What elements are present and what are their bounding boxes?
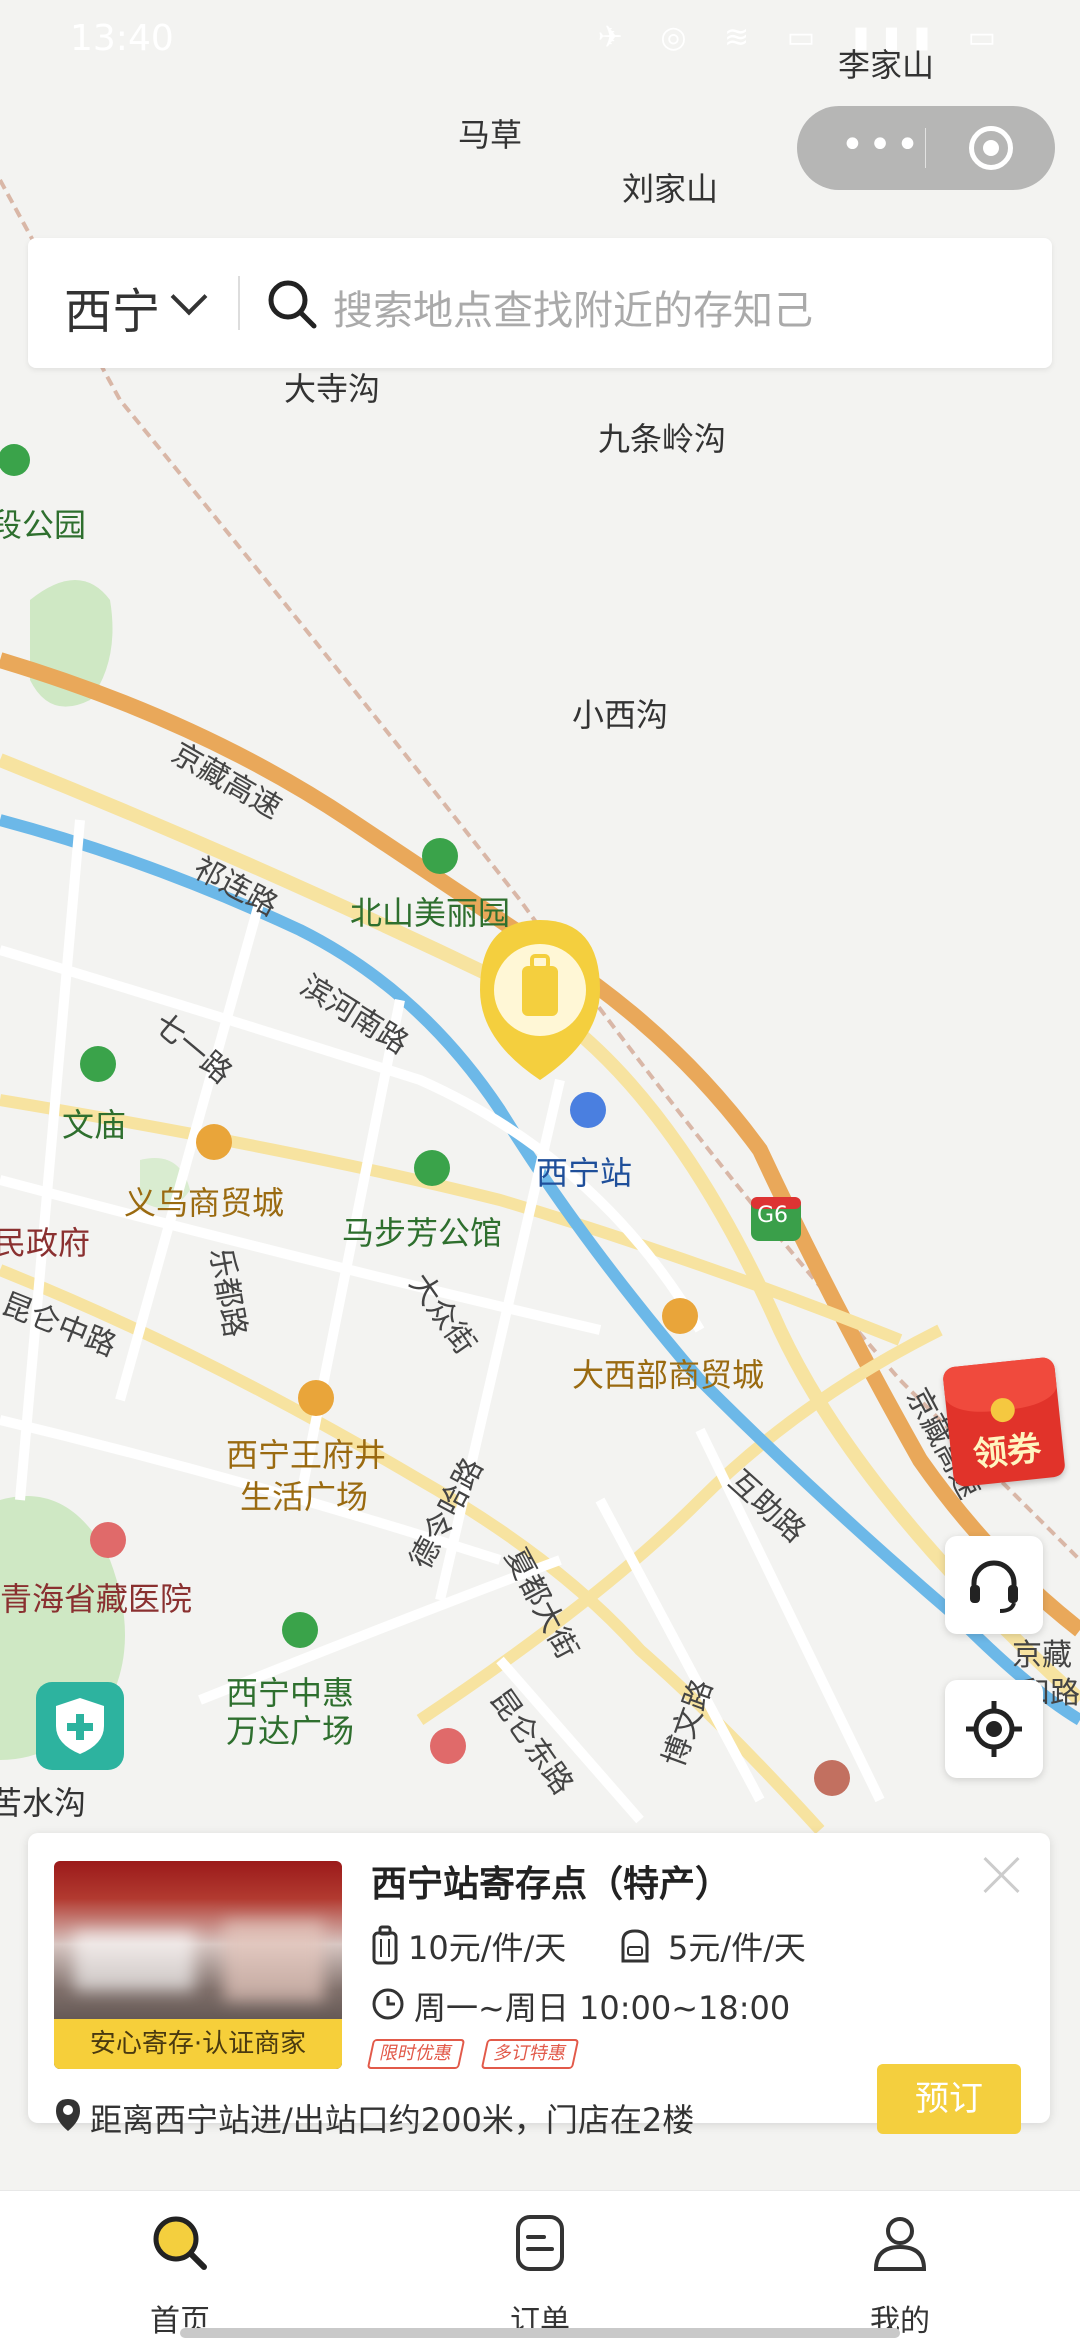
safety-shield-button[interactable]	[36, 1682, 124, 1770]
capsule-divider	[925, 128, 926, 168]
map-label-daxibu-market: 大西部商贸城	[572, 1356, 765, 1394]
chevron-down-icon[interactable]	[170, 278, 208, 316]
suitcase-icon	[372, 1925, 398, 1965]
city-selector[interactable]: 西宁	[64, 272, 160, 342]
bottom-tab-bar: 首页 订单 我的	[0, 2190, 1080, 2341]
location-marker-icon	[56, 2099, 80, 2131]
status-icons: ✈ ◎ ≋ ▭ ▮▮▮ ▭	[597, 20, 1010, 55]
price-large-luggage: 10元/件/天	[408, 1929, 567, 1967]
search-input[interactable]: 搜索地点查找附近的存知己	[333, 278, 813, 336]
storage-point-card[interactable]: 安心寄存·认证商家 西宁站寄存点（特产） 10元/件/天 5元/件/天 周一~周…	[28, 1833, 1050, 2139]
business-hours: 周一~周日 10:00~18:00	[414, 1989, 791, 2027]
book-button[interactable]: 预订	[877, 2064, 1021, 2134]
shield-plus-icon	[56, 1698, 104, 1754]
profile-icon	[873, 2217, 927, 2271]
map-label-beishan-park: 北山美丽园	[350, 894, 511, 932]
coupon-button[interactable]: 领券	[942, 1356, 1066, 1488]
map-label-dasigou: 大寺沟	[284, 370, 381, 408]
map-label-mabufang-mansion: 马步芳公馆	[342, 1214, 503, 1252]
tag-multi-order-discount: 多订特惠	[480, 2039, 580, 2069]
tag-limited-offer: 限时优惠	[366, 2039, 466, 2069]
photo-blur-2	[224, 1921, 324, 2001]
map-label-life-plaza: 生活广场	[240, 1478, 369, 1516]
status-time: 13:40	[70, 18, 174, 59]
store-title: 西宁站寄存点（特产）	[371, 1864, 732, 1905]
customer-service-button[interactable]	[945, 1536, 1043, 1634]
tab-home[interactable]: 首页	[80, 2191, 280, 2341]
card-close-icon[interactable]	[980, 1853, 1024, 1897]
tab-profile[interactable]: 我的	[800, 2191, 1000, 2341]
system-home-indicator[interactable]	[180, 2328, 900, 2338]
price-small-bag: 5元/件/天	[668, 1929, 806, 1967]
map-label-wanda-plaza: 万达广场	[226, 1712, 355, 1750]
tab-orders[interactable]: 订单	[440, 2191, 640, 2341]
map-label-tibetan-hospital: 青海省藏医院	[0, 1580, 193, 1618]
map-label-macao: 马草	[458, 116, 523, 154]
map-label-yiwu-market: 义乌商贸城	[124, 1184, 285, 1222]
mini-program-capsule: •••	[797, 106, 1055, 190]
certified-merchant-badge: 安心寄存·认证商家	[54, 2019, 342, 2069]
search-bar: 西宁 搜索地点查找附近的存知己	[28, 238, 1052, 368]
map-label-kushuigou: 苦水沟	[0, 1784, 87, 1822]
headset-icon	[970, 1560, 1018, 1613]
map-label-liujiashan: 刘家山	[622, 170, 719, 208]
map-label-xining-station: 西宁站	[536, 1154, 633, 1192]
map-label-park: 段公园	[0, 506, 87, 544]
g6-shield: G6	[757, 1203, 789, 1228]
locate-icon	[966, 1701, 1022, 1757]
clock-icon	[372, 1988, 404, 2020]
coupon-label: 领券	[971, 1428, 1044, 1476]
distance-info: 距离西宁站进/出站口约200米，门店在2楼	[90, 2101, 695, 2139]
locate-button[interactable]	[945, 1680, 1043, 1778]
backpack-icon	[621, 1929, 649, 1963]
map-label-xiaoxigou: 小西沟	[572, 696, 669, 734]
target-close-icon[interactable]	[969, 126, 1013, 170]
map-label-wangfujing: 西宁王府井	[226, 1436, 387, 1474]
more-dots-icon[interactable]: •••	[837, 120, 927, 176]
map-label-jiutiaolinggou: 九条岭沟	[598, 420, 727, 458]
home-search-icon	[153, 2216, 207, 2270]
photo-blur-1	[74, 1931, 194, 1991]
order-icon	[516, 2215, 564, 2271]
search-divider	[238, 276, 240, 330]
search-icon[interactable]	[264, 276, 320, 332]
map-label-government: 民政府	[0, 1224, 91, 1262]
status-bar: 13:40 ✈ ◎ ≋ ▭ ▮▮▮ ▭	[0, 0, 1080, 90]
map-label-wenmiao: 文庙	[62, 1106, 127, 1144]
